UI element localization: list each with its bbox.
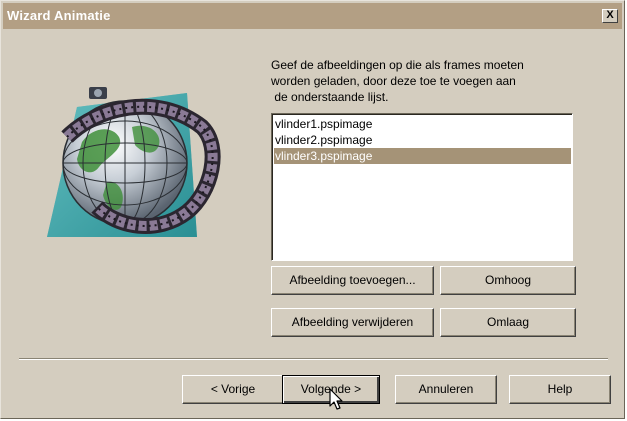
separator [19, 358, 608, 360]
instruction-line: Geef de afbeeldingen op die als frames m… [271, 58, 524, 72]
instruction-line: worden geladen, door deze toe te voegen … [271, 74, 516, 88]
frames-listbox[interactable]: vlinder1.pspimage vlinder2.pspimage vlin… [271, 113, 573, 261]
title-bar[interactable]: Wizard Animatie X [3, 3, 622, 29]
add-image-button[interactable]: Afbeelding toevoegen... [271, 266, 434, 295]
previous-button[interactable]: < Vorige [182, 375, 284, 404]
move-up-button[interactable]: Omhoog [440, 266, 576, 295]
remove-image-button[interactable]: Afbeelding verwijderen [271, 308, 434, 337]
wizard-dialog: Wizard Animatie X Geef de afbeeldingen o… [0, 0, 625, 419]
window-title: Wizard Animatie [7, 8, 111, 23]
list-item[interactable]: vlinder1.pspimage [274, 116, 571, 132]
cancel-button[interactable]: Annuleren [395, 375, 497, 404]
globe-with-filmstrip-icon [37, 87, 227, 242]
instruction-line: de onderstaande lijst. [271, 90, 389, 104]
instruction-text: Geef de afbeeldingen op die als frames m… [271, 57, 571, 105]
close-icon: X [606, 9, 614, 21]
list-item[interactable]: vlinder2.pspimage [274, 132, 571, 148]
close-button[interactable]: X [602, 9, 618, 23]
list-item-selected[interactable]: vlinder3.pspimage [274, 148, 571, 164]
help-button[interactable]: Help [509, 375, 611, 404]
mouse-pointer-icon [329, 388, 345, 412]
move-down-button[interactable]: Omlaag [440, 308, 576, 337]
